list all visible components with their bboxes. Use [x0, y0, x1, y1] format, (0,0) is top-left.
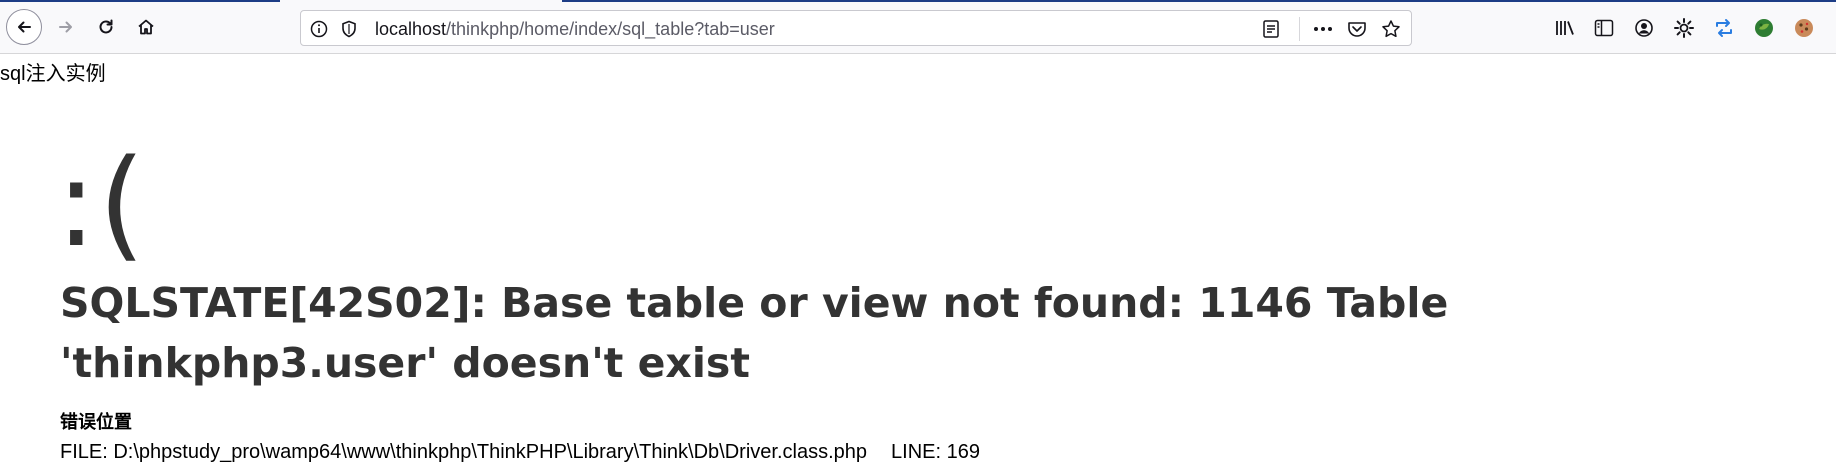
arrow-right-icon — [59, 21, 72, 33]
url-bar[interactable]: localhost/thinkphp/home/index/sql_table?… — [300, 10, 1412, 46]
tab-strip-line — [562, 0, 1836, 2]
reload-button[interactable] — [88, 9, 124, 45]
cookie-icon[interactable] — [1791, 15, 1817, 41]
url-bar-divider — [1299, 17, 1300, 41]
gear-icon[interactable] — [1671, 15, 1697, 41]
forward-button[interactable] — [48, 9, 84, 45]
sidebar-icon[interactable] — [1591, 15, 1617, 41]
info-icon[interactable] — [309, 19, 329, 39]
extension-green-icon[interactable] — [1751, 15, 1777, 41]
active-tab-indicator — [0, 0, 280, 2]
error-message: SQLSTATE[42S02]: Base table or view not … — [60, 279, 1449, 387]
browser-toolbar: localhost/thinkphp/home/index/sql_table?… — [0, 0, 1836, 54]
back-button[interactable] — [6, 9, 42, 45]
url-host: localhost — [375, 19, 447, 39]
page-heading: sql注入实例 — [0, 63, 106, 85]
error-location-title: 错误位置 — [60, 412, 132, 432]
more-icon[interactable] — [1313, 19, 1333, 39]
shield-icon[interactable] — [339, 19, 359, 39]
home-icon — [138, 19, 154, 35]
reader-view-icon[interactable] — [1261, 19, 1281, 39]
pocket-icon[interactable] — [1347, 19, 1367, 39]
url-path: /thinkphp/home/index/sql_table?tab=user — [446, 19, 775, 39]
sync-icon[interactable] — [1711, 15, 1737, 41]
account-icon[interactable] — [1631, 15, 1657, 41]
reload-icon — [99, 19, 113, 34]
error-file-path: FILE: D:\phpstudy_pro\wamp64\www\thinkph… — [60, 441, 868, 463]
error-file-info: FILE: D:\phpstudy_pro\wamp64\www\thinkph… — [60, 441, 980, 464]
sad-face: :( — [56, 135, 148, 274]
home-button[interactable] — [128, 9, 164, 45]
library-icon[interactable] — [1552, 15, 1578, 41]
error-line-number: LINE: 169 — [891, 441, 980, 463]
arrow-left-icon — [18, 21, 31, 33]
star-icon[interactable] — [1381, 19, 1401, 39]
url-text[interactable]: localhost/thinkphp/home/index/sql_table?… — [375, 18, 775, 40]
